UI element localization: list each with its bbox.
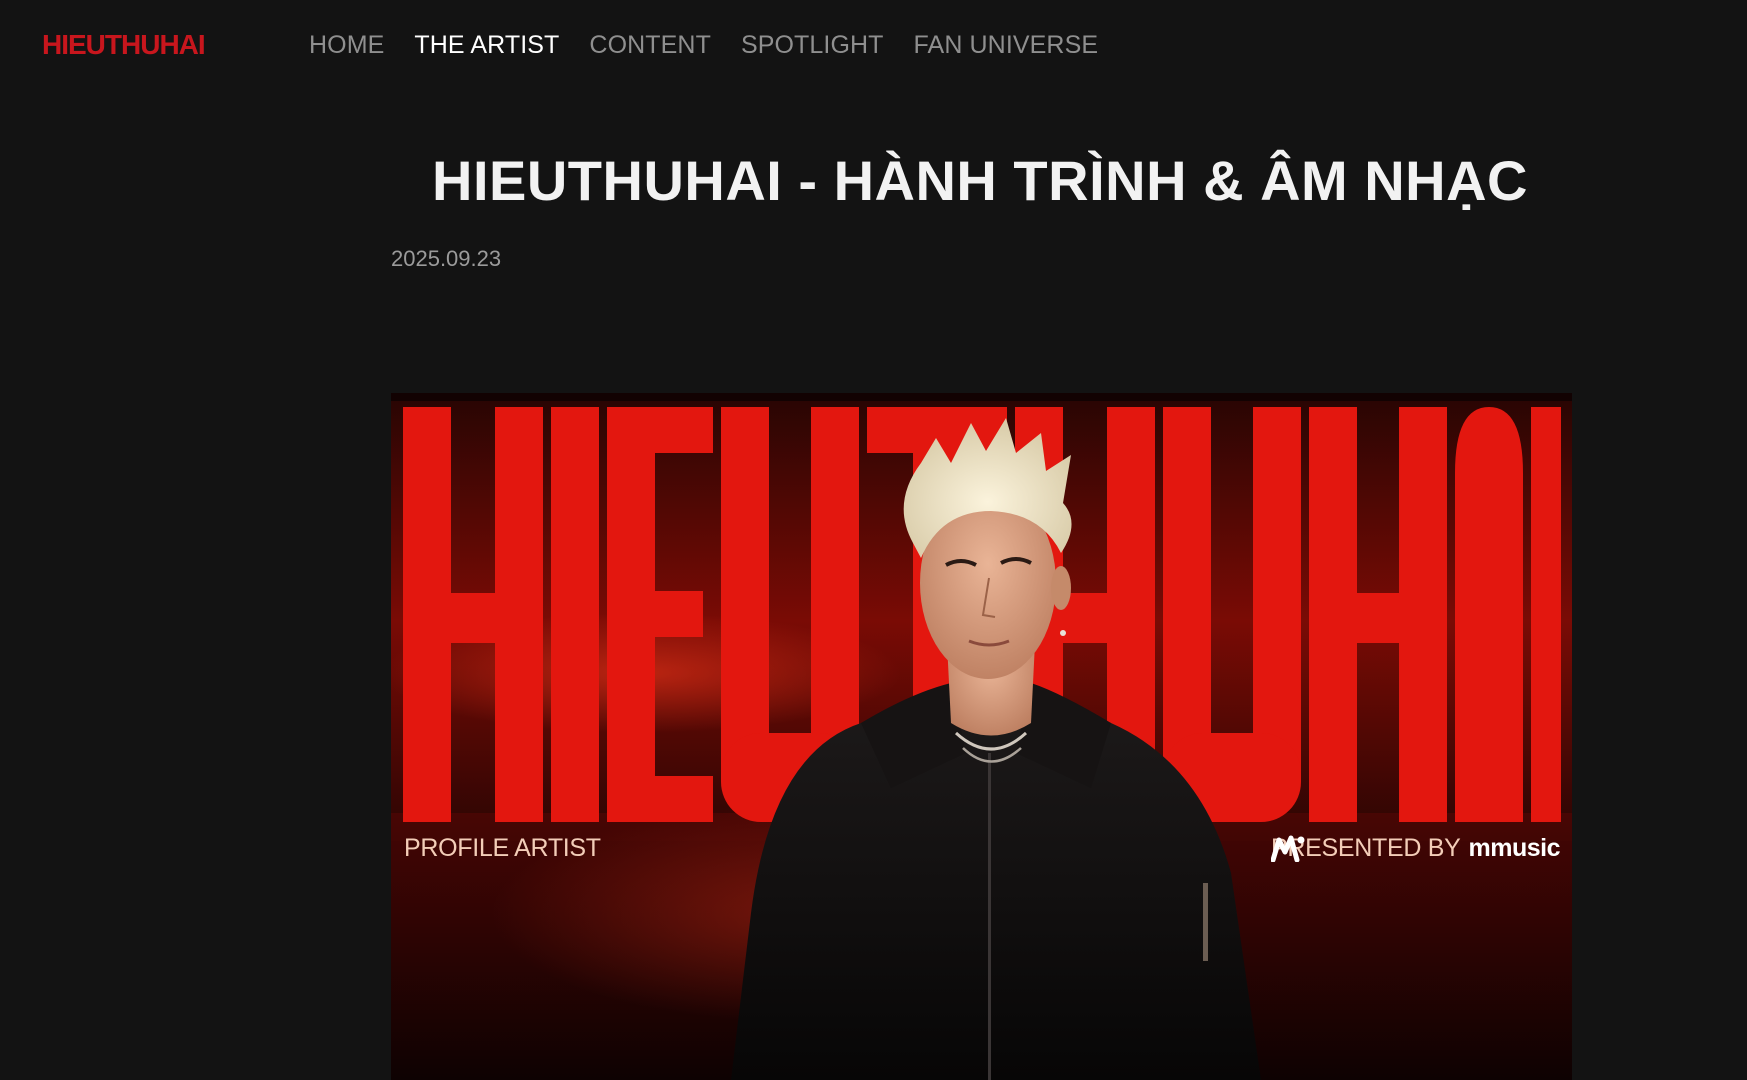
hero-artwork [391,393,1572,1080]
article-date: 2025.09.23 [391,246,502,271]
brand-name: mmusic [1468,834,1561,862]
nav-content[interactable]: CONTENT [589,31,711,60]
mmusic-brand: mmusic [1271,834,1561,863]
site-logo[interactable]: HIEUTHUHAI [42,29,206,61]
main-nav: HOME THE ARTIST CONTENT SPOTLIGHT FAN UN… [309,31,1098,60]
page: HIEUTHUHAI HOME THE ARTIST CONTENT SPOTL… [0,0,1747,1080]
article-title: HIEUTHUHAI - HÀNH TRÌNH & ÂM NHẠC [432,149,1528,212]
hero-profile-label: PROFILE ARTIST [404,834,601,862]
mmusic-logo-icon [1271,835,1305,862]
nav-home[interactable]: HOME [309,31,384,60]
hero-presented-by: PRESENTED BY mmusic [1271,834,1561,863]
site-header: HIEUTHUHAI HOME THE ARTIST CONTENT SPOTL… [0,0,1747,92]
nav-fan-universe[interactable]: FAN UNIVERSE [914,31,1099,60]
nav-spotlight[interactable]: SPOTLIGHT [741,31,884,60]
nav-the-artist[interactable]: THE ARTIST [414,31,559,60]
hero-banner: PROFILE ARTIST PRESENTED BY mmusic [391,393,1572,1080]
